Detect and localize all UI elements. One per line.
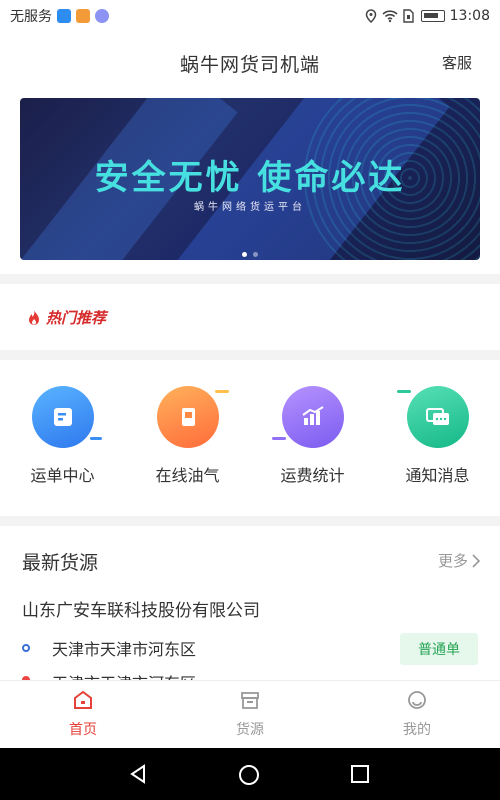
quick-action-label: 运费统计 [280,466,345,485]
promo-banner[interactable]: 安全无忧 使命必达 蜗牛网络货运平台 [20,98,480,260]
recents-icon[interactable] [350,764,370,784]
origin-text: 天津市天津市河东区 [52,640,197,659]
route-origin: 天津市天津市河东区 [22,636,196,660]
message-icon [396,386,469,448]
banner-title: 安全无忧 使命必达 [94,158,406,198]
status-bar: 无服务 13:08 [0,0,500,32]
fuel-icon [156,386,229,448]
quick-actions: 运单中心 在线油气 运费统计 通知消息 [0,386,500,496]
home-icon [74,690,92,709]
quick-action-fuel[interactable]: 在线油气 [125,386,250,486]
section-divider [0,516,500,526]
location-icon [365,9,376,23]
profile-icon [408,691,426,709]
waybill-icon [31,386,102,448]
destination-text: 天津市天津市河东区 [52,670,196,680]
latest-supply-title: 最新货源 [22,552,99,574]
quick-action-label: 运单中心 [30,466,95,485]
pagination-dot[interactable] [253,252,258,257]
section-divider [0,274,500,284]
chevron-right-icon [472,553,480,568]
system-nav-bar [0,748,500,800]
customer-service-button[interactable]: 客服 [442,52,472,73]
pagination-dot[interactable] [242,252,247,257]
banner-pagination [20,242,480,260]
more-label: 更多 [437,552,468,570]
cargo-box-icon [241,692,259,709]
flame-icon [29,309,39,325]
order-type-badge: 普通单 [400,633,478,665]
hot-recommend[interactable]: 热门推荐 [26,307,106,328]
tab-label: 货源 [236,722,264,738]
status-left: 无服务 [10,6,109,26]
hot-recommend-label: 热门推荐 [46,309,107,327]
quick-action-freight-stats[interactable]: 运费统计 [250,386,375,486]
section-divider [0,350,500,360]
quick-action-messages[interactable]: 通知消息 [375,386,500,486]
quick-action-waybill[interactable]: 运单中心 [0,386,125,486]
battery-icon [420,10,445,22]
company-name: 山东广安车联科技股份有限公司 [22,601,260,621]
app-purple-icon [95,9,109,23]
tab-cargo[interactable]: 货源 [210,689,290,739]
quick-action-label: 在线油气 [155,466,220,485]
quick-action-label: 通知消息 [405,466,470,485]
tab-label: 首页 [69,722,97,738]
more-link[interactable]: 更多 [438,550,480,571]
banner-subtitle: 蜗牛网络货运平台 [194,202,306,213]
home-circle-icon[interactable] [238,764,260,786]
sim-icon [402,9,414,23]
wifi-icon [382,10,398,23]
app-header: 蜗牛网货司机端 客服 [0,40,500,88]
origin-dot-icon [22,644,30,652]
chart-icon [271,386,344,448]
back-icon[interactable] [128,764,148,784]
tab-profile[interactable]: 我的 [377,689,457,739]
status-time: 13:08 [449,8,490,24]
tab-label: 我的 [403,722,431,738]
tab-home[interactable]: 首页 [43,689,123,739]
page-title: 蜗牛网货司机端 [179,54,320,76]
status-right: 13:08 [365,8,490,24]
carrier-text: 无服务 [10,9,52,25]
app-orange-icon [76,9,90,23]
app-blue-icon [57,9,71,23]
bottom-nav: 首页 货源 我的 [0,680,500,748]
route-destination: 天津市天津市河东区 [22,670,196,680]
